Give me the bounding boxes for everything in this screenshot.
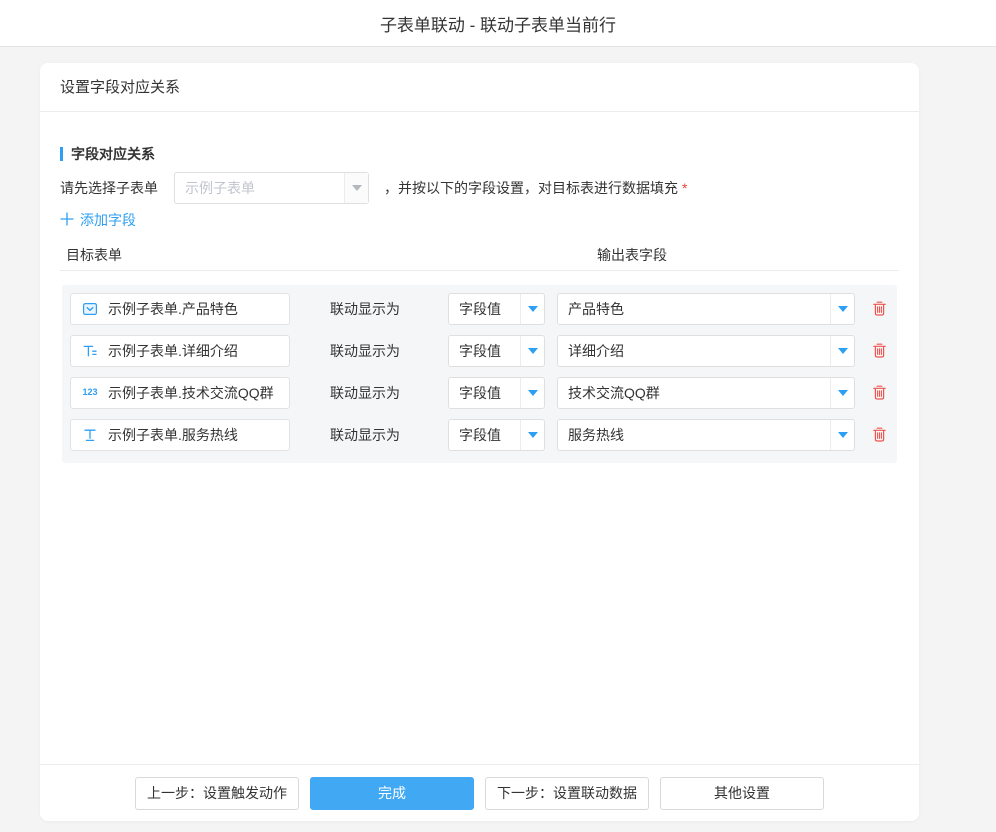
- value-type-select[interactable]: 字段值: [448, 419, 545, 451]
- column-header-output: 输出表字段: [597, 245, 667, 265]
- output-field-value: 产品特色: [558, 299, 830, 319]
- field-mapping-row: 示例子表单.产品特色 联动显示为 字段值 产品特色: [70, 293, 889, 325]
- field-mapping-rows: 示例子表单.产品特色 联动显示为 字段值 产品特色 示例子表单.详: [62, 285, 897, 463]
- chevron-down-icon: [344, 173, 368, 203]
- chevron-down-icon: [520, 378, 544, 408]
- other-settings-button[interactable]: 其他设置: [660, 777, 824, 810]
- text-field-icon: [81, 427, 99, 443]
- header-divider: [60, 270, 899, 271]
- value-type-value: 字段值: [449, 425, 520, 445]
- section-title-label: 字段对应关系: [71, 144, 155, 164]
- delete-row-icon[interactable]: [872, 426, 887, 443]
- settings-card: 设置字段对应关系 字段对应关系 请先选择子表单 示例子表单 ，并按以下的字段设置…: [40, 63, 919, 821]
- card-header: 设置字段对应关系: [40, 63, 919, 112]
- link-mode-label: 联动显示为: [330, 425, 400, 445]
- link-mode-label: 联动显示为: [330, 299, 400, 319]
- section-title: 字段对应关系: [60, 144, 899, 164]
- number-field-icon: 123: [81, 388, 99, 397]
- chevron-down-icon: [830, 336, 854, 366]
- output-field-select[interactable]: 产品特色: [557, 293, 855, 325]
- value-type-select[interactable]: 字段值: [448, 293, 545, 325]
- delete-row-icon[interactable]: [872, 342, 887, 359]
- field-mapping-row: 示例子表单.详细介绍 联动显示为 字段值 详细介绍: [70, 335, 889, 367]
- target-field-label: 示例子表单.技术交流QQ群: [108, 383, 274, 403]
- subform-select-label: 请先选择子表单: [60, 178, 158, 198]
- output-field-value: 技术交流QQ群: [558, 383, 830, 403]
- output-field-select[interactable]: 服务热线: [557, 419, 855, 451]
- link-mode-label: 联动显示为: [330, 341, 400, 361]
- subform-selector-row: 请先选择子表单 示例子表单 ，并按以下的字段设置，对目标表进行数据填充 *: [60, 172, 899, 204]
- value-type-value: 字段值: [449, 383, 520, 403]
- card-title: 设置字段对应关系: [60, 79, 180, 96]
- delete-row-icon[interactable]: [872, 300, 887, 317]
- add-field-button[interactable]: 添加字段: [60, 210, 136, 230]
- target-field-label: 示例子表单.服务热线: [108, 425, 238, 445]
- column-headers: 目标表单 输出表字段: [60, 245, 899, 263]
- value-type-select[interactable]: 字段值: [448, 335, 545, 367]
- value-type-value: 字段值: [449, 299, 520, 319]
- chevron-down-icon: [520, 420, 544, 450]
- footer-bar: 上一步：设置触发动作 完成 下一步：设置联动数据 其他设置: [40, 764, 919, 821]
- finish-button[interactable]: 完成: [310, 777, 474, 810]
- field-mapping-row: 123 示例子表单.技术交流QQ群 联动显示为 字段值 技术交流QQ群: [70, 377, 889, 409]
- chevron-down-icon: [520, 336, 544, 366]
- add-field-label: 添加字段: [80, 210, 136, 230]
- dialog-title: 子表单联动 - 联动子表单当前行: [380, 11, 616, 36]
- target-field-box[interactable]: 示例子表单.详细介绍: [70, 335, 290, 367]
- subform-select[interactable]: 示例子表单: [174, 172, 369, 204]
- target-field-box[interactable]: 123 示例子表单.技术交流QQ群: [70, 377, 290, 409]
- prev-step-button[interactable]: 上一步：设置触发动作: [135, 777, 299, 810]
- plus-icon: [60, 212, 74, 229]
- dropdown-field-icon: [81, 301, 99, 317]
- output-field-select[interactable]: 详细介绍: [557, 335, 855, 367]
- target-field-box[interactable]: 示例子表单.服务热线: [70, 419, 290, 451]
- value-type-value: 字段值: [449, 341, 520, 361]
- section-accent-bar: [60, 147, 63, 161]
- output-field-value: 详细介绍: [558, 341, 830, 361]
- output-field-select[interactable]: 技术交流QQ群: [557, 377, 855, 409]
- next-step-button[interactable]: 下一步：设置联动数据: [485, 777, 649, 810]
- textarea-field-icon: [81, 343, 99, 359]
- chevron-down-icon: [520, 294, 544, 324]
- delete-row-icon[interactable]: [872, 384, 887, 401]
- chevron-down-icon: [830, 294, 854, 324]
- target-field-label: 示例子表单.产品特色: [108, 299, 238, 319]
- field-mapping-row: 示例子表单.服务热线 联动显示为 字段值 服务热线: [70, 419, 889, 451]
- link-mode-label: 联动显示为: [330, 383, 400, 403]
- selector-description: ，并按以下的字段设置，对目标表进行数据填充: [384, 178, 678, 198]
- chevron-down-icon: [830, 378, 854, 408]
- required-mark: *: [682, 180, 687, 196]
- output-field-value: 服务热线: [558, 425, 830, 445]
- dialog-titlebar: 子表单联动 - 联动子表单当前行: [0, 0, 996, 47]
- target-field-label: 示例子表单.详细介绍: [108, 341, 238, 361]
- subform-select-value: 示例子表单: [175, 178, 344, 198]
- target-field-box[interactable]: 示例子表单.产品特色: [70, 293, 290, 325]
- value-type-select[interactable]: 字段值: [448, 377, 545, 409]
- column-header-target: 目标表单: [66, 245, 122, 265]
- chevron-down-icon: [830, 420, 854, 450]
